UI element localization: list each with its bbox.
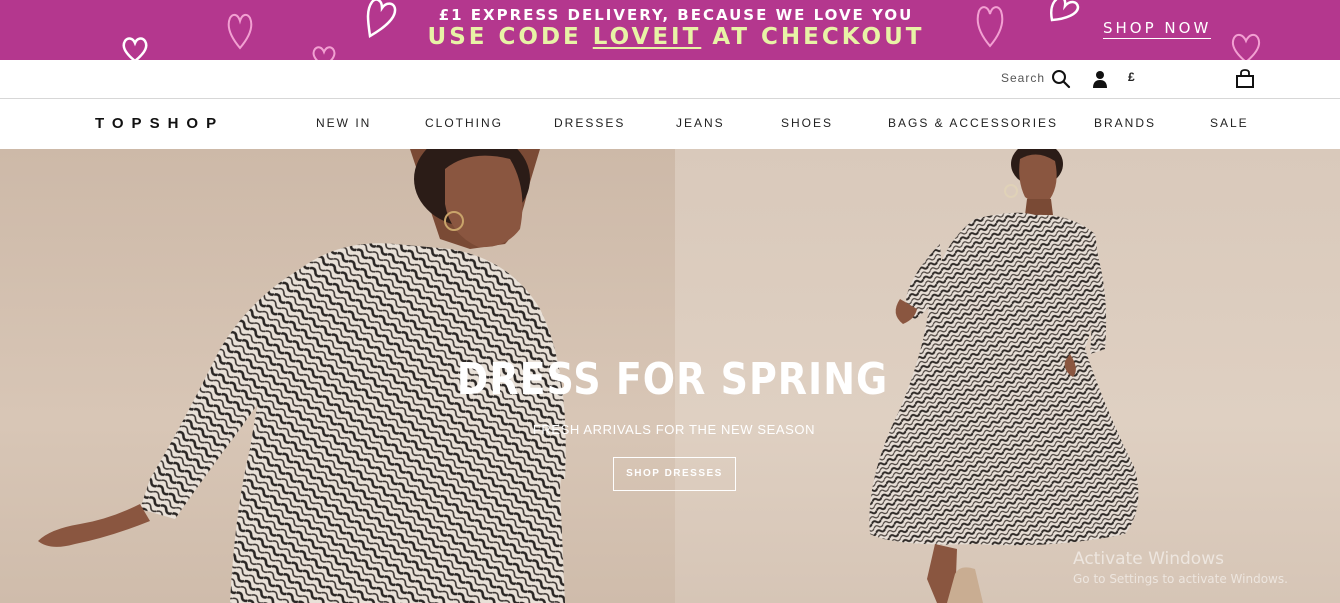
promo-banner: £1 EXPRESS DELIVERY, BECAUSE WE LOVE YOU… bbox=[0, 0, 1340, 60]
watermark-subtitle: Go to Settings to activate Windows. bbox=[1073, 572, 1288, 586]
topshop-logo[interactable]: TOPSHOP bbox=[95, 115, 224, 132]
windows-activation-watermark: Activate Windows Go to Settings to activ… bbox=[1073, 549, 1288, 586]
shop-now-link[interactable]: SHOP NOW bbox=[1103, 19, 1212, 39]
nav-item-dresses[interactable]: DRESSES bbox=[554, 116, 625, 130]
nav-item-bags-accessories[interactable]: BAGS & ACCESSORIES bbox=[888, 116, 1058, 130]
hero-subtitle: FRESH ARRIVALS FOR THE NEW SEASON bbox=[532, 422, 816, 437]
utility-bar: Search £ bbox=[0, 60, 1340, 99]
shopping-bag-icon[interactable] bbox=[1236, 69, 1254, 89]
promo-code: LOVEIT bbox=[592, 24, 702, 50]
nav-item-shoes[interactable]: SHOES bbox=[781, 116, 833, 130]
shop-dresses-button[interactable]: SHOP DRESSES bbox=[613, 457, 736, 491]
hero-banner[interactable]: DRESS FOR SPRING FRESH ARRIVALS FOR THE … bbox=[0, 149, 1340, 603]
promo-code-suffix: AT CHECKOUT bbox=[712, 24, 925, 50]
promo-code-prefix: USE CODE bbox=[427, 24, 582, 50]
search-icon[interactable] bbox=[1051, 69, 1071, 89]
nav-item-sale[interactable]: SALE bbox=[1210, 116, 1249, 130]
watermark-title: Activate Windows bbox=[1073, 549, 1224, 569]
nav-item-clothing[interactable]: CLOTHING bbox=[425, 116, 503, 130]
nav-item-jeans[interactable]: JEANS bbox=[676, 116, 725, 130]
hero-title: DRESS FOR SPRING bbox=[456, 353, 889, 405]
user-icon[interactable] bbox=[1092, 70, 1108, 88]
main-nav: TOPSHOP NEW IN CLOTHING DRESSES JEANS SH… bbox=[0, 99, 1340, 149]
currency-selector[interactable]: £ bbox=[1128, 70, 1135, 84]
search-label[interactable]: Search bbox=[1001, 71, 1045, 85]
nav-item-brands[interactable]: BRANDS bbox=[1094, 116, 1156, 130]
nav-item-new-in[interactable]: NEW IN bbox=[316, 116, 371, 130]
